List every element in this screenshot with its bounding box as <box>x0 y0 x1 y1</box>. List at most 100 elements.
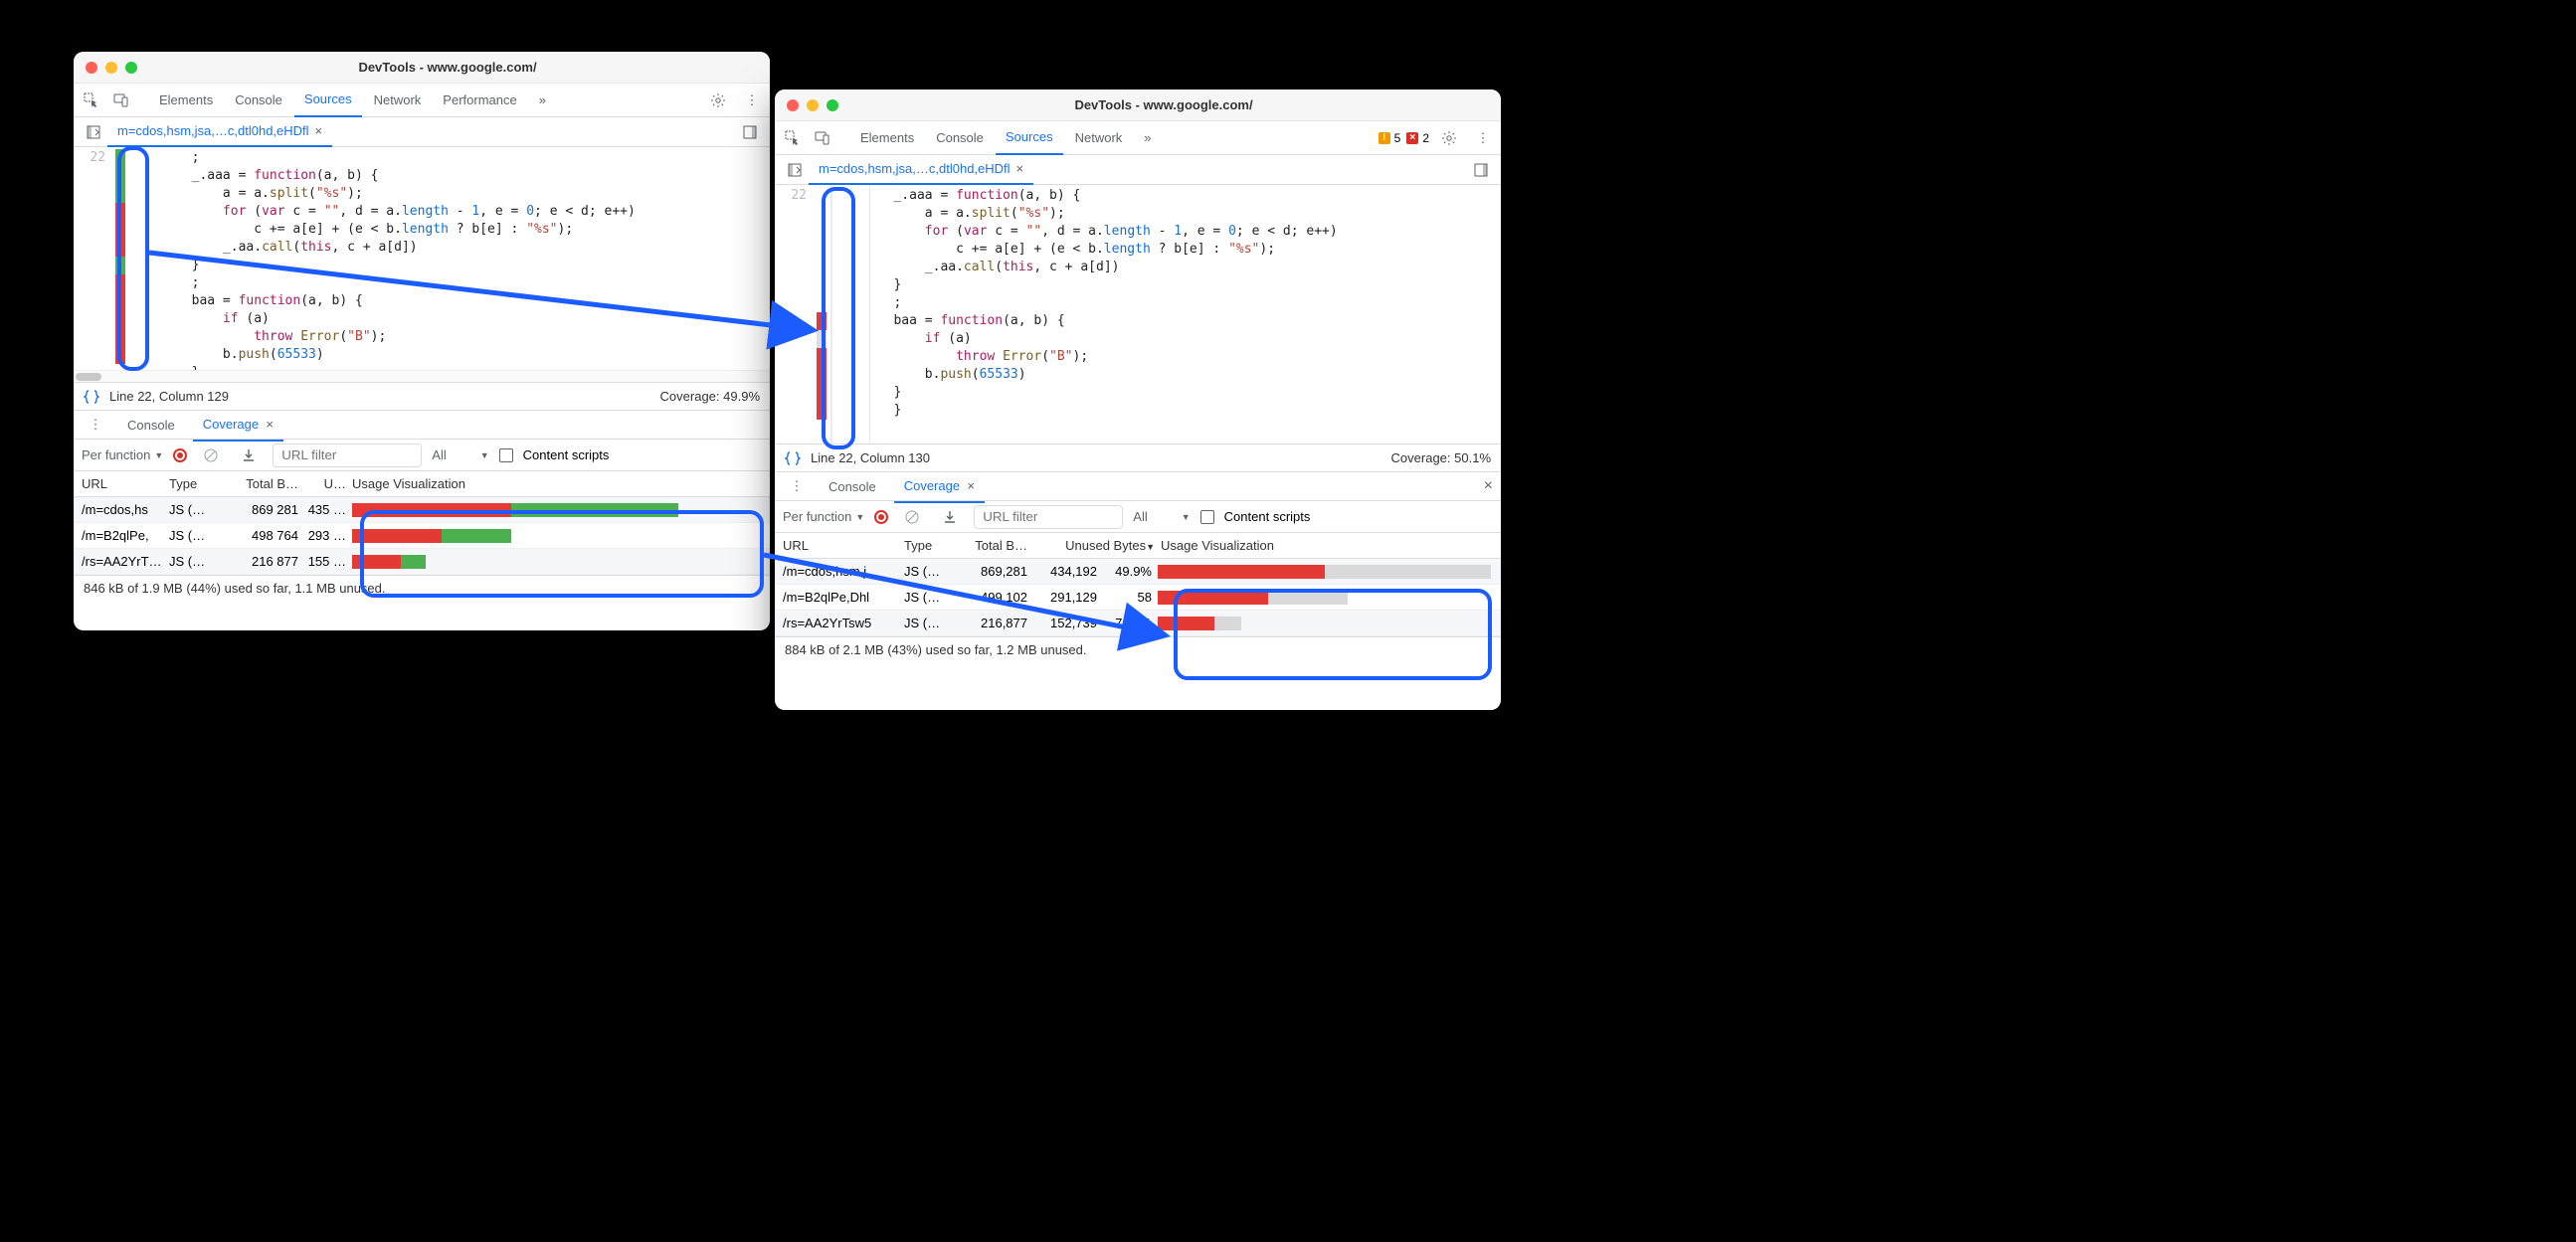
content-scripts-checkbox[interactable] <box>499 448 513 462</box>
drawer-tabs: ⋮ Console Coverage × × <box>775 471 1501 501</box>
table-row[interactable]: /m=B2qlPe,DhlJS (…499,102291,12958 <box>775 585 1501 611</box>
tab-network[interactable]: Network <box>1065 121 1133 155</box>
pretty-print-icon[interactable] <box>785 450 801 466</box>
drawer-tab-coverage[interactable]: Coverage × <box>193 408 283 442</box>
debugger-toggle-icon[interactable] <box>736 118 764 146</box>
tab-sources[interactable]: Sources <box>294 84 362 117</box>
file-tabs: m=cdos,hsm,jsa,…c,dtl0hd,eHDfl × <box>775 155 1501 185</box>
url-filter-input[interactable] <box>974 505 1123 529</box>
url-filter-input[interactable] <box>273 444 422 467</box>
close-file-icon[interactable]: × <box>315 123 323 138</box>
drawer-tab-console[interactable]: Console <box>819 469 886 503</box>
navigator-toggle-icon[interactable] <box>781 156 809 184</box>
type-filter-select[interactable]: All▼ <box>432 447 488 462</box>
minimize-icon[interactable] <box>807 99 819 111</box>
editor-status: Line 22, Column 130 Coverage: 50.1% <box>775 444 1501 471</box>
table-row[interactable]: /m=B2qlPe,JS (…498 764293 … <box>74 523 770 549</box>
col-unused[interactable]: U… <box>304 476 352 491</box>
close-icon[interactable]: × <box>967 478 975 493</box>
coverage-strip <box>815 185 830 444</box>
close-icon[interactable] <box>787 99 799 111</box>
main-tabbar: Elements Console Sources Network » !5 ×2… <box>775 121 1501 155</box>
col-url[interactable]: URL <box>74 476 169 491</box>
indent-guide <box>830 185 870 444</box>
error-icon: × <box>1406 132 1418 144</box>
tab-console[interactable]: Console <box>225 84 292 117</box>
inspect-element-icon[interactable] <box>78 87 105 114</box>
tab-elements[interactable]: Elements <box>149 84 223 117</box>
navigator-toggle-icon[interactable] <box>80 118 107 146</box>
minimize-icon[interactable] <box>105 62 117 74</box>
table-row[interactable]: /rs=AA2YrTsw5JS (…216,877152,73970.4% <box>775 611 1501 636</box>
coverage-summary: 884 kB of 2.1 MB (43%) used so far, 1.2 … <box>775 636 1501 662</box>
col-viz[interactable]: Usage Visualization <box>1161 538 1501 553</box>
settings-icon[interactable] <box>704 87 732 114</box>
coverage-summary: 846 kB of 1.9 MB (44%) used so far, 1.1 … <box>74 575 770 601</box>
tab-console[interactable]: Console <box>926 121 994 155</box>
kebab-menu-icon[interactable]: ⋮ <box>783 472 811 500</box>
drawer-tab-console[interactable]: Console <box>117 408 185 442</box>
editor-scrollbar[interactable] <box>74 370 770 382</box>
export-icon[interactable] <box>936 503 964 531</box>
line-gutter: 22 <box>775 185 815 444</box>
warning-icon: ! <box>1379 132 1390 144</box>
code-editor[interactable]: 22 ; _.aaa = function(a, b) { a = a.spli… <box>74 147 770 370</box>
warnings-badge[interactable]: !5 <box>1379 131 1401 145</box>
col-viz[interactable]: Usage Visualization <box>352 476 770 491</box>
line-number: 22 <box>90 150 105 165</box>
coverage-toolbar: Per function▼ All▼ Content scripts <box>74 440 770 471</box>
tab-performance[interactable]: Performance <box>433 84 526 117</box>
table-row[interactable]: /m=cdos,hsm,jJS (…869,281434,19249.9% <box>775 559 1501 585</box>
col-unused[interactable]: Unused Bytes▼ <box>1033 538 1161 553</box>
close-drawer-icon[interactable]: × <box>1484 477 1493 495</box>
maximize-icon[interactable] <box>125 62 137 74</box>
code-editor[interactable]: 22 _.aaa = function(a, b) { a = a.split(… <box>775 185 1501 444</box>
settings-icon[interactable] <box>1435 124 1463 152</box>
content-scripts-label: Content scripts <box>1224 509 1311 524</box>
device-toggle-icon[interactable] <box>809 124 836 152</box>
maximize-icon[interactable] <box>827 99 838 111</box>
drawer-tab-coverage[interactable]: Coverage × <box>894 469 985 503</box>
col-total[interactable]: Total B… <box>964 538 1033 553</box>
granularity-select[interactable]: Per function▼ <box>783 509 864 524</box>
file-tab[interactable]: m=cdos,hsm,jsa,…c,dtl0hd,eHDfl × <box>809 155 1033 185</box>
drawer-tabs: ⋮ Console Coverage × <box>74 410 770 440</box>
more-tabs-icon[interactable]: » <box>1134 121 1161 155</box>
export-icon[interactable] <box>235 442 263 469</box>
file-tab[interactable]: m=cdos,hsm,jsa,…c,dtl0hd,eHDfl × <box>107 117 332 147</box>
tab-sources[interactable]: Sources <box>996 121 1063 155</box>
more-tabs-icon[interactable]: » <box>529 84 556 117</box>
col-total[interactable]: Total B… <box>229 476 304 491</box>
devtools-window-left: DevTools - www.google.com/ Elements Cons… <box>74 52 770 630</box>
table-row[interactable]: /rs=AA2YrT…JS (…216 877155 … <box>74 549 770 575</box>
col-type[interactable]: Type <box>904 538 964 553</box>
window-title: DevTools - www.google.com/ <box>137 60 758 75</box>
close-icon[interactable]: × <box>266 417 274 432</box>
tab-elements[interactable]: Elements <box>850 121 924 155</box>
pretty-print-icon[interactable] <box>84 389 99 405</box>
granularity-select[interactable]: Per function▼ <box>82 447 163 462</box>
clear-icon[interactable] <box>898 503 926 531</box>
kebab-menu-icon[interactable]: ⋮ <box>1469 124 1497 152</box>
record-button[interactable] <box>874 510 888 524</box>
errors-badge[interactable]: ×2 <box>1406 131 1429 145</box>
col-url[interactable]: URL <box>775 538 904 553</box>
clear-icon[interactable] <box>197 442 225 469</box>
code-content: _.aaa = function(a, b) { a = a.split("%s… <box>870 185 1501 444</box>
record-button[interactable] <box>173 448 187 462</box>
inspect-element-icon[interactable] <box>779 124 807 152</box>
col-type[interactable]: Type <box>169 476 229 491</box>
code-content: ; _.aaa = function(a, b) { a = a.split("… <box>129 147 770 370</box>
kebab-menu-icon[interactable]: ⋮ <box>738 87 766 114</box>
table-row[interactable]: /m=cdos,hsJS (…869 281435 … <box>74 497 770 523</box>
tab-network[interactable]: Network <box>364 84 432 117</box>
debugger-toggle-icon[interactable] <box>1467 156 1495 184</box>
type-filter-select[interactable]: All▼ <box>1133 509 1190 524</box>
close-file-icon[interactable]: × <box>1016 161 1024 176</box>
coverage-strip <box>113 147 129 370</box>
content-scripts-checkbox[interactable] <box>1200 510 1214 524</box>
close-icon[interactable] <box>86 62 97 74</box>
device-toggle-icon[interactable] <box>107 87 135 114</box>
main-tabbar: Elements Console Sources Network Perform… <box>74 84 770 117</box>
kebab-menu-icon[interactable]: ⋮ <box>82 411 109 439</box>
